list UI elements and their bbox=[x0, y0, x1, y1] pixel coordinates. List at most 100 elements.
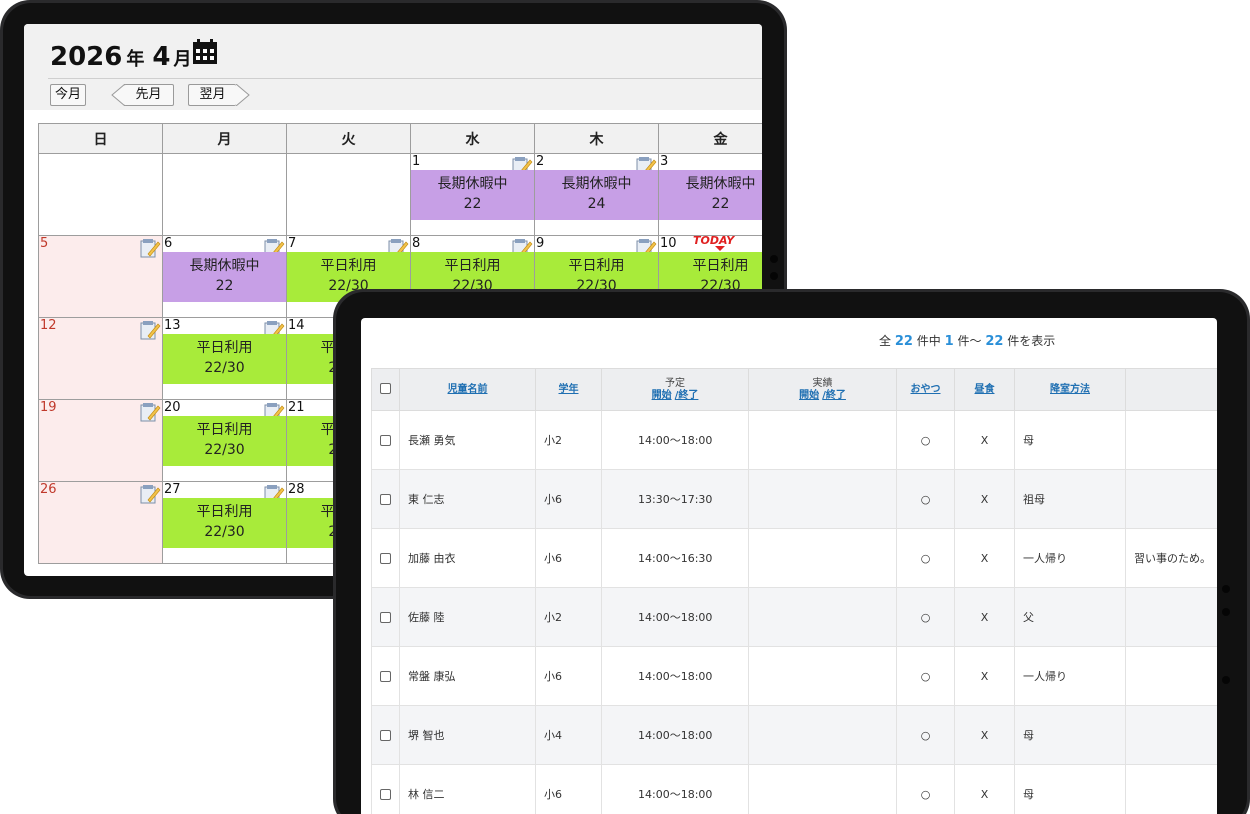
calendar-day[interactable]: 13 平日利用 22/30 bbox=[162, 317, 287, 400]
memo-edit-icon[interactable] bbox=[139, 483, 161, 505]
row-checkbox[interactable] bbox=[380, 435, 391, 446]
event-long-break[interactable]: 長期休暇中 22 bbox=[411, 170, 534, 220]
result-count: 全 22 件中 1 件〜 22 件を表示 bbox=[879, 332, 1055, 349]
sort-actual-end-link[interactable]: /終了 bbox=[822, 390, 846, 401]
cell-note bbox=[1125, 764, 1217, 814]
day-number: 10 bbox=[660, 236, 677, 251]
calendar-day-sunday[interactable]: 12 bbox=[38, 317, 163, 400]
cell-name: 常盤 康弘 bbox=[399, 646, 536, 706]
calendar-day[interactable]: 1 長期休暇中 22 bbox=[410, 153, 535, 236]
cell-actual bbox=[748, 646, 897, 706]
calendar-day[interactable]: 3 長期休暇中 22 bbox=[658, 153, 762, 236]
cell-leave: 一人帰り bbox=[1014, 646, 1126, 706]
event-label: 長期休暇中 bbox=[437, 176, 508, 192]
table-row[interactable]: 東 仁志 小6 13:30〜17:30 ○ X 祖母 bbox=[371, 469, 1217, 529]
day-number: 3 bbox=[660, 154, 669, 169]
table-row[interactable]: 林 信二 小6 14:00〜18:00 ○ X 母 bbox=[371, 764, 1217, 814]
table-row[interactable]: 堺 智也 小4 14:00〜18:00 ○ X 母 bbox=[371, 705, 1217, 765]
header-actual: 実績 開始 /終了 bbox=[748, 368, 897, 411]
cell-snack: ○ bbox=[896, 587, 955, 647]
cell-lunch: X bbox=[954, 410, 1015, 470]
table-row[interactable]: 加藤 由衣 小6 14:00〜16:30 ○ X 一人帰り 習い事のため。 bbox=[371, 528, 1217, 588]
row-checkbox[interactable] bbox=[380, 730, 391, 741]
this-month-button[interactable]: 今月 bbox=[50, 84, 86, 106]
calendar-day-sunday[interactable]: 19 bbox=[38, 399, 163, 482]
event-count: 22 bbox=[215, 278, 234, 294]
calendar-day-sunday[interactable]: 26 bbox=[38, 481, 163, 564]
day-number: 9 bbox=[536, 236, 545, 251]
cell-leave: 母 bbox=[1014, 705, 1126, 765]
sort-plan-end-link[interactable]: /終了 bbox=[675, 390, 699, 401]
cell-plan: 14:00〜18:00 bbox=[601, 764, 749, 814]
cell-actual bbox=[748, 469, 897, 529]
cell-note bbox=[1125, 705, 1217, 765]
sort-name-link[interactable]: 児童名前 bbox=[448, 384, 488, 395]
calendar-icon[interactable] bbox=[192, 39, 218, 69]
row-checkbox[interactable] bbox=[380, 494, 391, 505]
calendar-day-sunday[interactable]: 5 bbox=[38, 235, 163, 318]
cell-actual bbox=[748, 410, 897, 470]
table-row[interactable]: 佐藤 陸 小2 14:00〜18:00 ○ X 父 bbox=[371, 587, 1217, 647]
memo-edit-icon[interactable] bbox=[139, 319, 161, 341]
sort-plan-start-link[interactable]: 開始 bbox=[652, 390, 672, 401]
table-row[interactable]: 常盤 康弘 小6 14:00〜18:00 ○ X 一人帰り bbox=[371, 646, 1217, 706]
calendar-day[interactable]: 27 平日利用 22/30 bbox=[162, 481, 287, 564]
select-all-checkbox[interactable] bbox=[380, 383, 391, 395]
cell-leave: 一人帰り bbox=[1014, 528, 1126, 588]
memo-edit-icon[interactable] bbox=[139, 237, 161, 259]
cell-plan: 14:00〜18:00 bbox=[601, 705, 749, 765]
cell-leave: 祖母 bbox=[1014, 469, 1126, 529]
cell-plan: 14:00〜18:00 bbox=[601, 646, 749, 706]
weekday-sun: 日 bbox=[38, 123, 163, 154]
event-label: 平日利用 bbox=[320, 258, 377, 274]
event-long-break[interactable]: 長期休暇中 24 bbox=[535, 170, 658, 220]
row-select-cell bbox=[371, 587, 400, 647]
count-suffix: 件を表示 bbox=[1007, 334, 1056, 348]
weekday-fri: 金 bbox=[658, 123, 762, 154]
row-checkbox[interactable] bbox=[380, 671, 391, 682]
sort-leave-link[interactable]: 降室方法 bbox=[1050, 384, 1090, 395]
sort-actual-start-link[interactable]: 開始 bbox=[799, 390, 819, 401]
day-number: 7 bbox=[288, 236, 297, 251]
sort-snack-link[interactable]: おやつ bbox=[911, 384, 941, 395]
cell-note bbox=[1125, 469, 1217, 529]
sort-lunch-link[interactable]: 昼食 bbox=[975, 384, 995, 395]
header-note bbox=[1125, 368, 1217, 411]
event-weekday-use[interactable]: 平日利用 22/30 bbox=[163, 416, 286, 466]
row-select-cell bbox=[371, 410, 400, 470]
list-tablet: 全 22 件中 1 件〜 22 件を表示 児童名前 学年 予定 開始 /終了 実… bbox=[333, 289, 1250, 814]
event-label: 長期休暇中 bbox=[561, 176, 632, 192]
next-month-button[interactable]: 翌月 bbox=[188, 84, 236, 106]
prev-month-button[interactable]: 先月 bbox=[124, 84, 174, 106]
header-name: 児童名前 bbox=[399, 368, 536, 411]
row-checkbox[interactable] bbox=[380, 553, 391, 564]
cell-lunch: X bbox=[954, 764, 1015, 814]
header-actual-label: 実績 bbox=[812, 377, 833, 389]
row-checkbox[interactable] bbox=[380, 612, 391, 623]
cell-snack: ○ bbox=[896, 705, 955, 765]
event-long-break[interactable]: 長期休暇中 22 bbox=[659, 170, 762, 220]
row-select-cell bbox=[371, 705, 400, 765]
event-label: 平日利用 bbox=[444, 258, 501, 274]
memo-edit-icon[interactable] bbox=[139, 401, 161, 423]
calendar-day[interactable]: 2 長期休暇中 24 bbox=[534, 153, 659, 236]
event-long-break[interactable]: 長期休暇中 22 bbox=[163, 252, 286, 302]
cell-name: 東 仁志 bbox=[399, 469, 536, 529]
cell-name: 堺 智也 bbox=[399, 705, 536, 765]
calendar-day[interactable]: 6 長期休暇中 22 bbox=[162, 235, 287, 318]
tablet-sensor bbox=[1222, 608, 1230, 616]
calendar-day[interactable]: 20 平日利用 22/30 bbox=[162, 399, 287, 482]
calendar-day-empty bbox=[38, 153, 163, 236]
event-weekday-use[interactable]: 平日利用 22/30 bbox=[163, 334, 286, 384]
next-month-arrow-icon[interactable] bbox=[235, 84, 251, 106]
event-count: 22/30 bbox=[204, 524, 245, 540]
cell-lunch: X bbox=[954, 705, 1015, 765]
event-weekday-use[interactable]: 平日利用 22/30 bbox=[163, 498, 286, 548]
header-leave: 降室方法 bbox=[1014, 368, 1126, 411]
day-number: 19 bbox=[40, 400, 57, 415]
table-row[interactable]: 長瀬 勇気 小2 14:00〜18:00 ○ X 母 bbox=[371, 410, 1217, 470]
weekday-header-row: 日 月 火 水 木 金 bbox=[38, 123, 762, 154]
sort-grade-link[interactable]: 学年 bbox=[559, 384, 579, 395]
row-checkbox[interactable] bbox=[380, 789, 391, 800]
cell-grade: 小6 bbox=[535, 528, 602, 588]
